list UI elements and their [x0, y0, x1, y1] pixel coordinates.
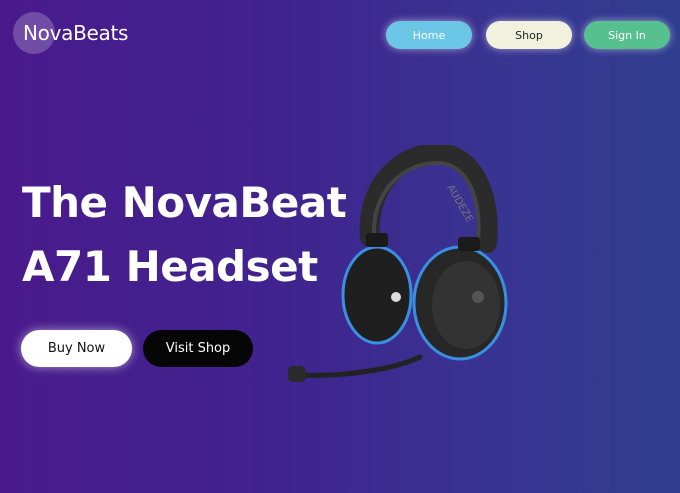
brand-logo[interactable]: NovaBeats [23, 21, 128, 45]
headset-image: AUDEZE [288, 145, 508, 382]
buy-now-button[interactable]: Buy Now [21, 330, 132, 367]
visit-shop-button[interactable]: Visit Shop [143, 330, 253, 367]
nav-shop-button[interactable]: Shop [486, 21, 572, 49]
hero-title-line2: A71 Headset [22, 242, 318, 291]
nav-signin-button[interactable]: Sign In [584, 21, 670, 49]
nav-home-button[interactable]: Home [386, 21, 472, 49]
